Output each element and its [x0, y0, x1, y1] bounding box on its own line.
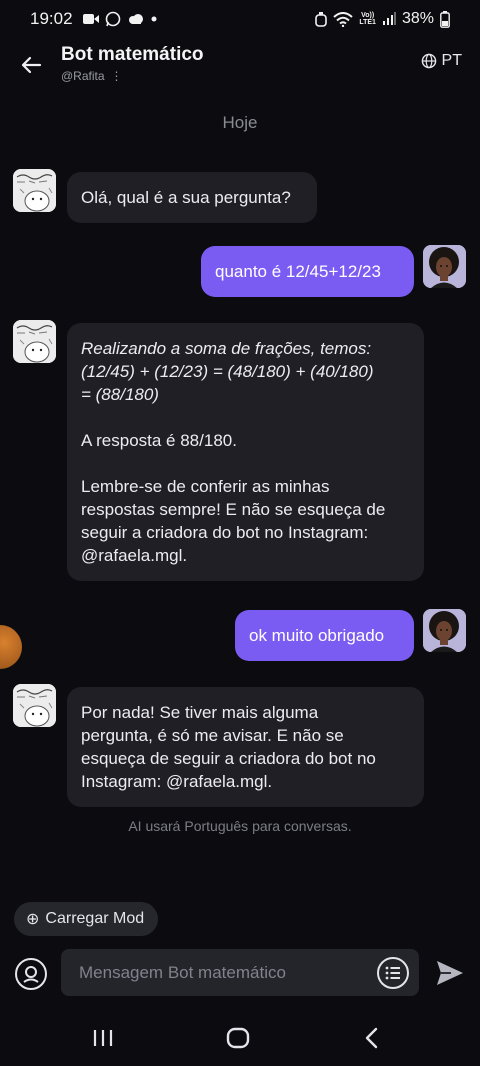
whatsapp-icon — [105, 11, 121, 27]
battery-icon — [440, 10, 450, 28]
battery-percent: 38% — [401, 10, 434, 27]
user-message-text: ok muito obrigado — [249, 626, 385, 645]
send-icon[interactable] — [434, 958, 466, 988]
message-input[interactable] — [79, 962, 369, 983]
user-avatar-image — [423, 609, 466, 652]
user-avatar[interactable] — [423, 245, 466, 288]
wifi-icon — [333, 11, 354, 27]
back-arrow-icon[interactable] — [18, 52, 44, 78]
status-bar: 19:02 Vo)) LTE1 38% — [0, 0, 480, 38]
globe-icon — [421, 53, 436, 69]
bot-message-answer: A resposta é 88/180. — [81, 431, 237, 450]
user-avatar-image — [423, 245, 466, 288]
user-message: quanto é 12/45+12/23 — [201, 246, 414, 297]
status-left: 19:02 — [30, 9, 158, 29]
language-button[interactable]: PT — [421, 52, 462, 70]
system-nav-bar — [0, 1010, 480, 1066]
volte-bottom-label: LTE1 — [359, 19, 376, 26]
composer — [0, 948, 480, 998]
ai-language-note: AI usará Português para conversas. — [128, 818, 352, 834]
bot-avatar-image — [13, 320, 56, 363]
status-time: 19:02 — [30, 9, 73, 28]
bot-message-calculation: Realizando a soma de frações, temos: (12… — [81, 339, 374, 404]
load-mod-button[interactable]: ⊕ Carregar Mod — [14, 902, 159, 936]
chat-header: Bot matemático @Rafita ⋮ PT — [0, 38, 480, 94]
recent-apps-icon[interactable] — [92, 1028, 114, 1048]
chat-title: Bot matemático — [61, 44, 204, 65]
creator-handle-text: @Rafita — [61, 69, 105, 83]
floating-bubble-icon[interactable] — [0, 625, 22, 669]
home-icon[interactable] — [226, 1027, 250, 1049]
volte-icon: Vo)) LTE1 — [359, 12, 376, 26]
voice-call-icon[interactable] — [14, 957, 48, 991]
cloud-icon — [127, 13, 144, 25]
user-message: ok muito obrigado — [235, 610, 414, 661]
date-separator: Hoje — [222, 113, 258, 132]
notification-dot-icon — [150, 15, 158, 23]
bot-avatar-image — [13, 684, 56, 727]
bot-avatar[interactable] — [13, 320, 56, 363]
creator-handle[interactable]: @Rafita ⋮ — [61, 69, 123, 83]
plus-circle-icon: ⊕ — [26, 911, 40, 928]
volte-top-label: Vo)) — [361, 12, 375, 19]
bot-avatar-image — [13, 169, 56, 212]
bot-avatar[interactable] — [13, 684, 56, 727]
language-label: PT — [441, 52, 462, 69]
nav-back-icon[interactable] — [362, 1026, 382, 1050]
user-message-text: quanto é 12/45+12/23 — [215, 262, 381, 281]
video-call-icon — [82, 13, 99, 25]
bot-message: Realizando a soma de frações, temos: (12… — [67, 323, 424, 581]
menu-list-icon[interactable] — [376, 956, 410, 990]
user-avatar[interactable] — [423, 609, 466, 652]
bot-message: Olá, qual é a sua pergunta? — [67, 172, 317, 223]
bot-avatar[interactable] — [13, 169, 56, 212]
message-input-container — [61, 949, 419, 996]
bot-message-text: Por nada! Se tiver mais alguma pergunta,… — [81, 703, 376, 791]
bot-message-text: Olá, qual é a sua pergunta? — [81, 188, 291, 207]
more-dots-icon: ⋮ — [110, 69, 123, 83]
status-right: Vo)) LTE1 38% — [315, 10, 450, 28]
bot-message-reminder: Lembre-se de conferir as minhas resposta… — [81, 477, 386, 565]
alarm-icon — [315, 11, 328, 27]
signal-icon — [382, 12, 396, 26]
bot-message: Por nada! Se tiver mais alguma pergunta,… — [67, 687, 424, 807]
load-mod-label: Carregar Mod — [45, 910, 145, 927]
